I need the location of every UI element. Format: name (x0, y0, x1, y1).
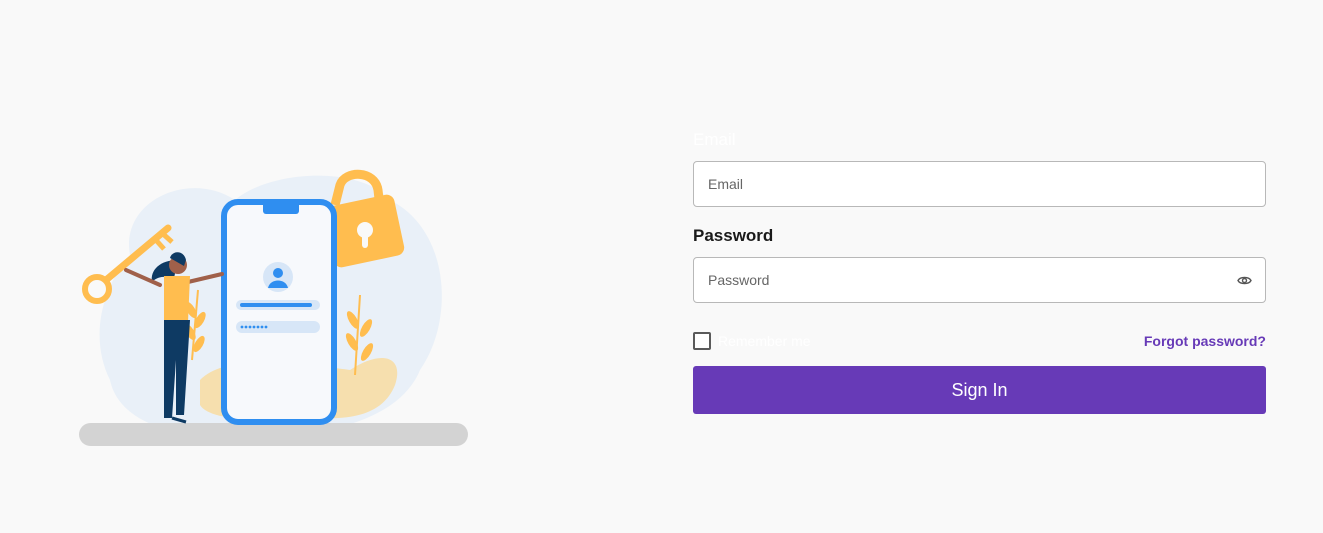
login-illustration (79, 169, 468, 446)
eye-icon[interactable] (1235, 273, 1253, 287)
remember-me-label: Remember me (718, 333, 811, 349)
email-input[interactable] (694, 162, 1265, 206)
email-label: Email (693, 130, 736, 149)
login-form: Email Password Remember me Forgot passwo… (693, 130, 1266, 414)
password-field-container (693, 257, 1266, 303)
password-label: Password (693, 226, 774, 245)
remember-me-checkbox[interactable] (693, 332, 711, 350)
login-page: Email Password Remember me Forgot passwo… (0, 0, 1323, 533)
sign-in-button[interactable]: Sign In (693, 366, 1266, 414)
password-input[interactable] (694, 258, 1265, 302)
options-row: Remember me Forgot password? (693, 329, 1266, 353)
remember-me: Remember me (693, 332, 811, 350)
phone-icon (221, 199, 337, 425)
email-field-container (693, 161, 1266, 207)
forgot-password-link[interactable]: Forgot password? (1144, 333, 1266, 349)
floor-shadow (79, 423, 468, 446)
